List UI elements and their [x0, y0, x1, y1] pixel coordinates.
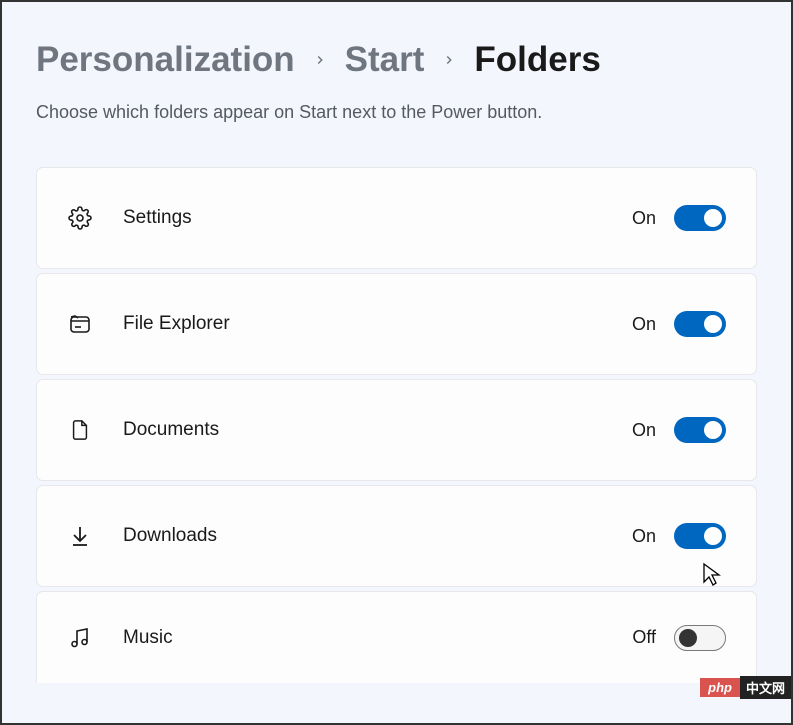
breadcrumb-start[interactable]: Start [345, 40, 425, 80]
toggle-state-label: On [632, 420, 656, 441]
toggle-state-label: On [632, 208, 656, 229]
row-label: File Explorer [123, 313, 632, 335]
watermark-right: 中文网 [740, 676, 791, 699]
folders-list: Settings On File Explorer On Documents O… [36, 167, 757, 683]
toggle-state-label: On [632, 526, 656, 547]
file-explorer-icon [67, 311, 93, 337]
row-music: Music Off [36, 591, 757, 683]
gear-icon [67, 205, 93, 231]
row-downloads: Downloads On [36, 485, 757, 587]
watermark: php 中文网 [700, 676, 791, 699]
row-label: Downloads [123, 525, 632, 547]
watermark-left: php [700, 678, 740, 697]
breadcrumb-personalization[interactable]: Personalization [36, 40, 295, 80]
toggle-state-label: Off [632, 627, 656, 648]
toggle-settings[interactable] [674, 205, 726, 231]
row-documents: Documents On [36, 379, 757, 481]
row-label: Settings [123, 207, 632, 229]
page-title: Folders [474, 40, 600, 80]
toggle-downloads[interactable] [674, 523, 726, 549]
row-label: Music [123, 627, 632, 649]
breadcrumb: Personalization Start Folders [36, 40, 757, 80]
chevron-right-icon [313, 47, 327, 73]
toggle-state-label: On [632, 314, 656, 335]
toggle-file-explorer[interactable] [674, 311, 726, 337]
chevron-right-icon [442, 47, 456, 73]
music-icon [67, 625, 93, 651]
document-icon [67, 417, 93, 443]
row-label: Documents [123, 419, 632, 441]
toggle-music[interactable] [674, 625, 726, 651]
toggle-documents[interactable] [674, 417, 726, 443]
row-settings: Settings On [36, 167, 757, 269]
download-icon [67, 523, 93, 549]
page-subtitle: Choose which folders appear on Start nex… [36, 102, 757, 123]
row-file-explorer: File Explorer On [36, 273, 757, 375]
